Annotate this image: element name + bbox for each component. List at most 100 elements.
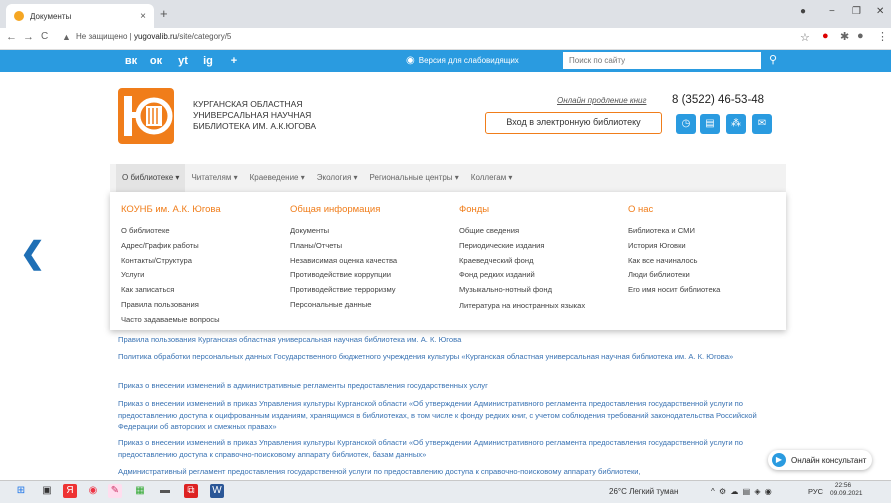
- dropdown-item[interactable]: Независимая оценка качества: [290, 254, 397, 269]
- library-name: КУРГАНСКАЯ ОБЛАСТНАЯ УНИВЕРСАЛЬНАЯ НАУЧН…: [193, 99, 316, 132]
- paint-icon[interactable]: ✎: [108, 484, 122, 498]
- vision-label: Версия для слабовидящих: [418, 56, 519, 65]
- clock[interactable]: 22:56 09.09.2021: [830, 482, 863, 498]
- menu-about[interactable]: О библиотеке ▾: [116, 164, 186, 192]
- menu-ecology[interactable]: Экология ▾: [311, 164, 364, 192]
- dropdown-item[interactable]: Библиотека и СМИ: [628, 224, 720, 239]
- phone-number: 8 (3522) 46-53-48: [672, 94, 765, 106]
- dropdown-item[interactable]: Услуги: [121, 268, 221, 283]
- menu-regional-centers[interactable]: Региональные центры ▾: [364, 164, 465, 192]
- url-field[interactable]: Не защищено | yugovalib.ru/site/category…: [76, 32, 231, 41]
- dropdown-item[interactable]: Противодействие коррупции: [290, 268, 397, 283]
- dropdown-column: Фонды Общие сведения Периодические издан…: [459, 204, 589, 311]
- profile-icon[interactable]: ●: [800, 6, 806, 17]
- dropdown-item[interactable]: История Юговки: [628, 239, 720, 254]
- youtube-icon[interactable]: yt: [176, 54, 190, 68]
- document-link[interactable]: Политика обработки персональных данных Г…: [118, 351, 768, 363]
- document-link[interactable]: Правила пользования Курганская областная…: [118, 334, 768, 346]
- reload-button[interactable]: C: [41, 31, 48, 42]
- clock-time: 22:56: [834, 482, 852, 489]
- menu-readers[interactable]: Читателям ▾: [185, 164, 243, 192]
- bookmark-star-icon[interactable]: ☆: [800, 31, 810, 44]
- structure-icon[interactable]: ⁂: [726, 114, 746, 134]
- library-logo[interactable]: [118, 88, 174, 144]
- monitor-icon[interactable]: ▬: [158, 484, 172, 498]
- dropdown-item[interactable]: Противодействие терроризму: [290, 283, 397, 298]
- library-name-line: КУРГАНСКАЯ ОБЛАСТНАЯ: [193, 99, 303, 109]
- language-indicator[interactable]: РУС: [808, 487, 823, 496]
- search-input[interactable]: [563, 52, 761, 69]
- odnoklassniki-icon[interactable]: ок: [149, 54, 163, 68]
- document-link[interactable]: Административный регламент предоставлени…: [118, 466, 768, 478]
- menu-colleagues[interactable]: Коллегам ▾: [465, 164, 519, 192]
- dropdown-item[interactable]: Планы/Отчеты: [290, 239, 397, 254]
- avatar[interactable]: ●: [857, 30, 864, 42]
- document-link[interactable]: Приказ о внесении изменений в приказ Упр…: [118, 398, 768, 433]
- dropdown-item[interactable]: Адрес/График работы: [121, 239, 221, 254]
- url-host: yugovalib.ru: [133, 32, 178, 41]
- card-icon[interactable]: ▤: [700, 114, 720, 134]
- opera-extension-icon[interactable]: ●: [822, 30, 829, 42]
- close-window-button[interactable]: ✕: [876, 6, 884, 17]
- browser-menu-icon[interactable]: ⋮: [877, 30, 888, 43]
- dropdown-column: Общая информация Документы Планы/Отчеты …: [290, 204, 397, 313]
- dropdown-item[interactable]: Правила пользования: [121, 298, 221, 313]
- site-favicon-icon: [14, 11, 24, 21]
- forward-button[interactable]: →: [23, 31, 34, 43]
- url-path: /site/category/5: [177, 32, 232, 41]
- search-icon[interactable]: ⚲: [764, 52, 782, 69]
- instagram-icon[interactable]: ig: [201, 54, 215, 68]
- vision-link[interactable]: ◉ Версия для слабовидящих: [406, 55, 519, 66]
- weather-widget[interactable]: 26°C Легкий туман: [609, 487, 678, 496]
- dropdown-column: О нас Библиотека и СМИ История Юговки Ка…: [628, 204, 720, 298]
- column-heading: КОУНБ им. А.К. Югова: [121, 204, 221, 215]
- dropdown-item[interactable]: Краеведческий фонд: [459, 254, 589, 269]
- dropdown-item[interactable]: О библиотеке: [121, 224, 221, 239]
- tab-close-icon[interactable]: ×: [140, 11, 146, 22]
- web-page: вк ок yt ig + ◉ Версия для слабовидящих …: [0, 50, 891, 480]
- menu-local-history[interactable]: Краеведение ▾: [244, 164, 311, 192]
- column-heading: Общая информация: [290, 204, 381, 215]
- chrome-icon[interactable]: ◉: [86, 484, 100, 498]
- dropdown-item[interactable]: Персональные данные: [290, 298, 397, 313]
- dropdown-item[interactable]: Часто задаваемые вопросы: [121, 313, 221, 328]
- dropdown-item[interactable]: Периодические издания: [459, 239, 589, 254]
- dropdown-item[interactable]: Литература на иностранных языках: [459, 300, 589, 311]
- library-name-line: УНИВЕРСАЛЬНАЯ НАУЧНАЯ: [193, 110, 312, 120]
- vk-icon[interactable]: вк: [124, 54, 138, 68]
- back-button[interactable]: ←: [6, 31, 17, 43]
- plus-icon[interactable]: +: [227, 54, 241, 68]
- dropdown-item[interactable]: Контакты/Структура: [121, 254, 221, 269]
- browser-tab[interactable]: Документы ×: [6, 4, 154, 28]
- warning-icon: ▲: [62, 32, 71, 42]
- maximize-button[interactable]: ❐: [852, 6, 861, 17]
- tab-title: Документы: [30, 11, 72, 21]
- task-view-icon[interactable]: ▣: [40, 484, 54, 498]
- mail-icon[interactable]: ✉: [752, 114, 772, 134]
- column-heading: Фонды: [459, 204, 490, 215]
- online-consultant-button[interactable]: ▶ Онлайн консультант: [768, 450, 872, 470]
- dropdown-item[interactable]: Фонд редких изданий: [459, 268, 589, 283]
- dropdown-item[interactable]: Его имя носит библиотека: [628, 283, 720, 298]
- media-icon[interactable]: ▦: [133, 484, 147, 498]
- clock-icon[interactable]: ◷: [676, 114, 696, 134]
- dropdown-item[interactable]: Общие сведения: [459, 224, 589, 239]
- word-icon[interactable]: W: [210, 484, 224, 498]
- document-link[interactable]: Приказ о внесении изменений в приказ Упр…: [118, 437, 768, 460]
- renew-books-link[interactable]: Онлайн продление книг: [557, 96, 646, 105]
- new-tab-button[interactable]: +: [160, 6, 168, 21]
- dropdown-item[interactable]: Люди библиотеки: [628, 268, 720, 283]
- extensions-icon[interactable]: ✱: [840, 30, 849, 43]
- dropdown-item[interactable]: Как записаться: [121, 283, 221, 298]
- ebook-login-button[interactable]: Вход в электронную библиотеку: [485, 112, 662, 134]
- pdf-reader-icon[interactable]: ⧉: [184, 484, 198, 498]
- dropdown-item[interactable]: Как все начиналось: [628, 254, 720, 269]
- document-link[interactable]: Приказ о внесении изменений в администра…: [118, 380, 768, 392]
- carousel-prev-arrow-icon[interactable]: ❮: [20, 236, 45, 271]
- dropdown-item[interactable]: Документы: [290, 224, 397, 239]
- system-tray[interactable]: ^ ⚙ ☁ ▤ ◈ ◉: [711, 487, 773, 496]
- yandex-browser-icon[interactable]: Я: [63, 484, 77, 498]
- dropdown-item[interactable]: Музыкально-нотный фонд: [459, 283, 589, 298]
- windows-start-icon[interactable]: ⊞: [14, 484, 28, 498]
- minimize-button[interactable]: −: [829, 6, 835, 17]
